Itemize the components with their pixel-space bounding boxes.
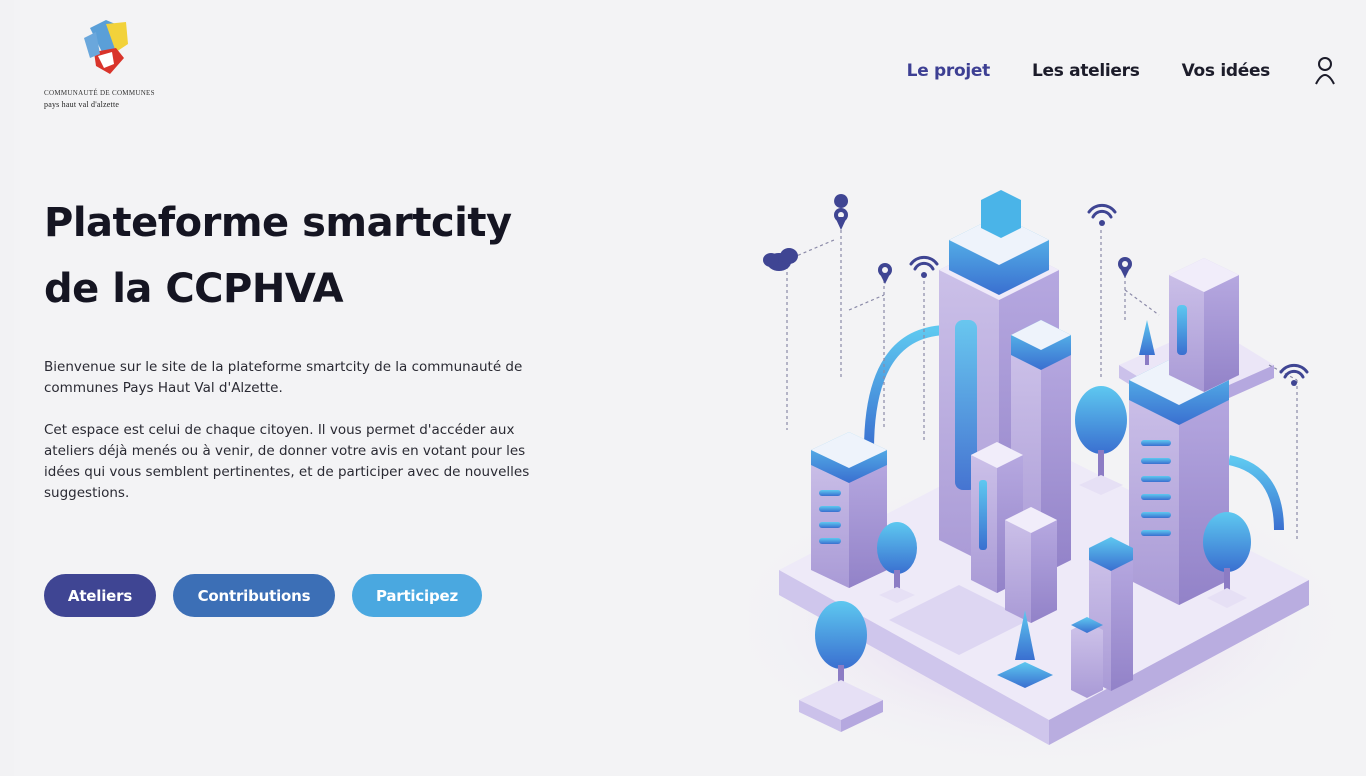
title-line2: de la CCPHVA [44, 266, 344, 312]
participez-button[interactable]: Participez [352, 574, 482, 617]
logo-emblem-icon [84, 20, 128, 74]
nav-item-les-ateliers[interactable]: Les ateliers [1032, 61, 1140, 81]
description-paragraph: Cet espace est celui de chaque citoyen. … [44, 422, 530, 501]
intro-paragraph: Bienvenue sur le site de la plateforme s… [44, 359, 523, 396]
page: communauté de communes pays haut val d'a… [14, 0, 1366, 776]
site-logo[interactable]: communauté de communes pays haut val d'a… [44, 18, 194, 118]
title-line1: Plateforme smartcity [44, 200, 512, 246]
cta-buttons: Ateliers Contributions Participez [44, 574, 499, 617]
ateliers-button[interactable]: Ateliers [44, 574, 156, 617]
nav-item-vos-idees[interactable]: Vos idées [1182, 61, 1271, 81]
user-icon[interactable] [1314, 56, 1336, 86]
main-nav: Le projet Les ateliers Vos idées [865, 56, 1336, 86]
nav-item-le-projet[interactable]: Le projet [907, 61, 991, 81]
smart-city-illustration [749, 190, 1349, 770]
contributions-button[interactable]: Contributions [173, 574, 335, 617]
page-title: Plateforme smartcity de la CCPHVA [44, 190, 604, 322]
logo-text-line2: pays haut val d'alzette [44, 100, 120, 109]
logo-text-line1: communauté de communes [44, 89, 155, 97]
